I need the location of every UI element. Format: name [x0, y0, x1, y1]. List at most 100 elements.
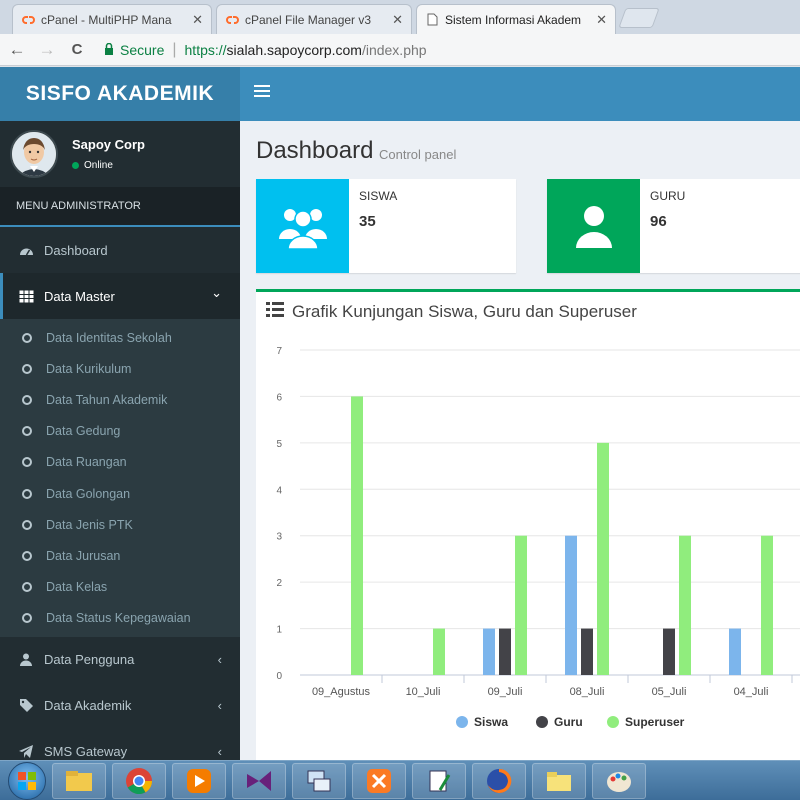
y-tick-label: 2: [276, 578, 282, 589]
circle-icon: [22, 519, 32, 530]
dashboard-icon: [18, 242, 34, 258]
sidebar-subitem-label: Data Status Kepegawaian: [46, 611, 191, 626]
close-icon[interactable]: ✕: [192, 12, 203, 28]
sidebar-subitem-jurusan[interactable]: Data Jurusan: [0, 540, 240, 571]
browser-tab-bar: cPanel - MultiPHP Mana ✕ cPanel File Man…: [0, 0, 800, 34]
x-tick-label: 04_Juli: [734, 686, 769, 698]
windows-taskbar: [0, 760, 800, 800]
paint-icon[interactable]: [592, 762, 646, 799]
hamburger-menu-icon[interactable]: [254, 85, 270, 99]
sidebar-subitem-label: Data Ruangan: [46, 455, 127, 470]
cpanel-icon: [21, 13, 35, 27]
send-icon: [18, 744, 34, 760]
explorer-icon[interactable]: [52, 762, 106, 799]
media-player-icon[interactable]: [172, 762, 226, 799]
visual-studio-icon[interactable]: [232, 762, 286, 799]
legend-label: Siswa: [474, 715, 508, 729]
sidebar-subitem-kelas[interactable]: Data Kelas: [0, 572, 240, 603]
user-icon: [547, 179, 640, 273]
close-icon[interactable]: ✕: [596, 12, 607, 28]
sidebar-subitem-label: Data Tahun Akademik: [46, 392, 168, 407]
sidebar-subitem-kurikulum[interactable]: Data Kurikulum: [0, 353, 240, 384]
legend-label: Superuser: [625, 715, 685, 729]
forward-button[interactable]: →: [34, 37, 60, 63]
sidebar-item-data-akademik[interactable]: Data Akademik ‹: [0, 683, 240, 729]
sidebar-subitem-identitas-sekolah[interactable]: Data Identitas Sekolah: [0, 322, 240, 353]
circle-icon: [22, 457, 32, 468]
windows-start-button[interactable]: [8, 761, 46, 800]
brand-logo[interactable]: SISFO AKADEMIK: [0, 67, 240, 121]
firefox-icon[interactable]: [472, 762, 526, 799]
tab-label: Sistem Informasi Akadem: [445, 12, 582, 27]
user-name: Sapoy Corp: [72, 137, 145, 152]
secure-indicator[interactable]: Secure: [104, 42, 164, 58]
network-icon[interactable]: [292, 762, 346, 799]
y-tick-label: 4: [276, 485, 282, 496]
bar-siswa: [565, 535, 577, 675]
sidebar-subitem-tahun-akademik[interactable]: Data Tahun Akademik: [0, 384, 240, 415]
address-bar[interactable]: https://sialah.sapoycorp.com/index.php: [185, 42, 427, 58]
bar-superuser: [679, 535, 691, 675]
tab-label: cPanel File Manager v3: [245, 12, 372, 27]
sidebar-subitem-golongan[interactable]: Data Golongan: [0, 478, 240, 509]
submenu-data-master: Data Identitas Sekolah Data Kurikulum Da…: [0, 319, 240, 637]
url-separator: |: [172, 40, 177, 58]
screen: cPanel - MultiPHP Mana ✕ cPanel File Man…: [0, 0, 800, 800]
sidebar-subitem-ruangan[interactable]: Data Ruangan: [0, 447, 240, 478]
chevron-left-icon: ‹: [217, 744, 222, 760]
y-tick-label: 1: [276, 625, 282, 636]
sidebar-item-data-master[interactable]: Data Master ⌄: [0, 273, 240, 319]
sidebar-item-data-pengguna[interactable]: Data Pengguna ‹: [0, 637, 240, 683]
page-subtitle: Control panel: [379, 147, 457, 162]
bar-superuser: [433, 628, 445, 675]
online-dot-icon: [72, 162, 79, 169]
reload-button[interactable]: C: [64, 37, 90, 63]
sidebar-item-label: Dashboard: [44, 242, 108, 258]
info-box-guru[interactable]: GURU 96: [547, 179, 800, 273]
sidebar-subitem-status-kepegawaian[interactable]: Data Status Kepegawaian: [0, 603, 240, 634]
tab-sistem-informasi[interactable]: Sistem Informasi Akadem ✕: [416, 4, 616, 34]
sidebar-subitem-label: Data Gedung: [46, 424, 121, 439]
y-tick-label: 6: [276, 392, 282, 403]
tab-cpanel-multiphp[interactable]: cPanel - MultiPHP Mana ✕: [12, 4, 212, 34]
bar-siswa: [483, 628, 495, 675]
close-icon[interactable]: ✕: [392, 12, 403, 28]
circle-icon: [22, 582, 32, 593]
sidebar-subitem-label: Data Jenis PTK: [46, 517, 133, 532]
x-tick-label: 10_Juli: [406, 686, 441, 698]
circle-icon: [22, 613, 32, 624]
legend-marker: [456, 716, 468, 728]
menu-header: MENU ADMINISTRATOR: [0, 187, 240, 227]
new-tab-button[interactable]: [618, 8, 660, 28]
cpanel-icon: [225, 13, 239, 27]
sidebar-subitem-label: Data Golongan: [46, 486, 131, 501]
url-path: /index.php: [361, 41, 427, 58]
x-tick-label: 09_Agustus: [312, 686, 371, 698]
xampp-icon[interactable]: [352, 762, 406, 799]
notepad-icon[interactable]: [412, 762, 466, 799]
sidebar-item-dashboard[interactable]: Dashboard: [0, 227, 240, 273]
sidebar-subitem-jenis-ptk[interactable]: Data Jenis PTK: [0, 509, 240, 540]
folder-icon[interactable]: [532, 762, 586, 799]
sidebar-subitem-label: Data Identitas Sekolah: [46, 330, 172, 345]
chevron-down-icon: ⌄: [211, 285, 222, 300]
info-box-siswa[interactable]: SISWA 35: [256, 179, 516, 273]
bar-chart: 0 1 2 3 4 5 6 7 09_Agustus 10_Juli 09_Juli 08_Juli 0…: [276, 346, 800, 729]
sidebar-subitem-label: Data Kurikulum: [46, 361, 132, 376]
chevron-left-icon: ‹: [217, 652, 222, 668]
circle-icon: [22, 363, 32, 374]
x-tick-label: 09_Juli: [488, 686, 523, 698]
sidebar-item-label: SMS Gateway: [44, 744, 128, 760]
y-tick-label: 5: [276, 439, 282, 450]
url-scheme: https://: [184, 41, 227, 58]
tab-cpanel-file-manager[interactable]: cPanel File Manager v3 ✕: [216, 4, 412, 34]
x-tick-label: 08_Juli: [570, 686, 605, 698]
chevron-left-icon: ‹: [217, 698, 222, 714]
page-icon: [425, 13, 439, 27]
y-tick-label: 7: [276, 346, 282, 357]
sidebar-subitem-gedung[interactable]: Data Gedung: [0, 416, 240, 447]
circle-icon: [22, 332, 32, 343]
sidebar-item-label: Data Akademik: [44, 698, 132, 714]
back-button[interactable]: ←: [4, 37, 30, 63]
chrome-icon[interactable]: [112, 762, 166, 799]
